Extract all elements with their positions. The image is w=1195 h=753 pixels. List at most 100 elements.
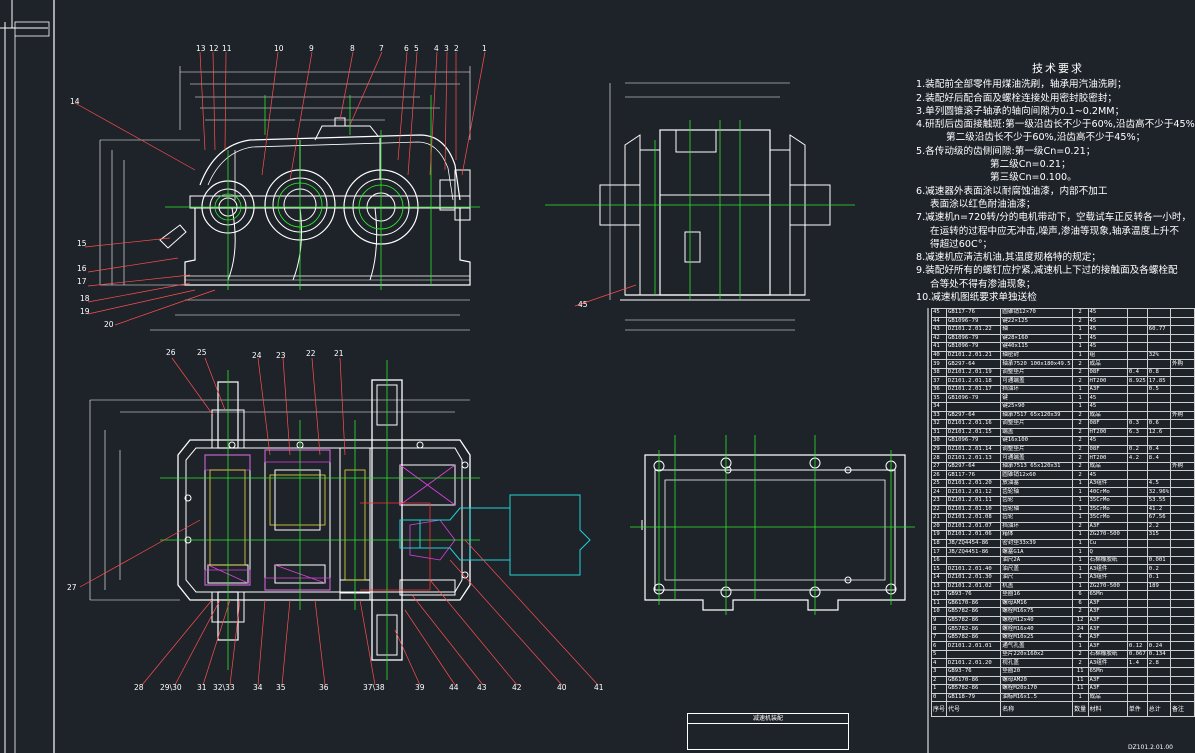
bom-cell: 9 xyxy=(930,615,948,626)
bom-cell: JB/ZQ4454-86 xyxy=(946,538,1002,549)
bom-cell: 43 xyxy=(930,325,948,335)
bom-cell: 0.12 xyxy=(1126,641,1148,651)
bom-cell: 螺栓M20x170 xyxy=(1000,684,1073,694)
bom-cell: 键28×160 xyxy=(1000,333,1073,344)
bom-cell: 2 xyxy=(1071,410,1089,421)
bom-cell: 油尺盖 xyxy=(1000,564,1073,574)
bom-cell: 键25×90 xyxy=(1000,402,1073,412)
bom-cell xyxy=(1146,692,1171,703)
bom-cell xyxy=(1126,572,1148,583)
bom-cell: 1 xyxy=(1071,555,1089,566)
callout-4: 4 xyxy=(434,44,439,53)
callout-23: 23 xyxy=(276,351,286,360)
bom-cell: GB297-64 xyxy=(946,359,1002,369)
bom-cell: 1 xyxy=(1071,538,1089,549)
bom-cell: DZ101.2.01.02 xyxy=(946,581,1002,592)
bom-cell: HT200 xyxy=(1087,453,1128,463)
bom-cell: 6.3 xyxy=(1126,427,1148,438)
bom-cell: 08F xyxy=(1087,419,1128,429)
bom-cell xyxy=(1126,624,1148,634)
bom-row: 9 GB5782-86 螺栓M12x40 12 A3F xyxy=(930,615,1195,626)
bom-cell: 14 xyxy=(930,572,948,583)
bom-cell: HT200 xyxy=(1087,376,1128,386)
bill-of-materials-table: 45 GB117-76 圆锥销12×70 2 45 44 GB1096-79 键22×125 2… xyxy=(930,308,1195,718)
plan-view-shaft-yellow xyxy=(209,469,366,581)
bom-cell: 0.6 xyxy=(1146,419,1171,429)
bom-cell: A3组件 xyxy=(1087,572,1128,583)
bom-cell xyxy=(1169,692,1195,703)
bom-cell: 2 xyxy=(1071,444,1089,455)
bom-cell xyxy=(1146,538,1171,549)
cad-drawing-canvas[interactable]: 13 12 11 10 9 8 7 6 5 4 3 2 1 14 15 16 1… xyxy=(0,0,1195,753)
bom-cell: 32.96% xyxy=(1146,487,1171,498)
bom-cell: GB118-79 xyxy=(946,692,1002,703)
bom-cell: 1 xyxy=(1071,393,1089,403)
bom-row: 17 JB/ZQ4451-86 螺塞G1A 1 Q xyxy=(930,547,1195,557)
bom-row: 16 油尺2A 1 石棉橡胶纸 0.001 xyxy=(930,555,1195,566)
bom-cell: A3F xyxy=(1087,684,1128,694)
bom-cell: A3F xyxy=(1087,521,1128,532)
bom-cell xyxy=(1126,308,1148,318)
bom-cell: 30 xyxy=(930,436,948,446)
bom-cell: DZ101.2.01.08 xyxy=(946,513,1002,523)
bom-row: 11 GB6170-86 螺母AM16 6 A3F xyxy=(930,598,1195,609)
requirement-line: 合等处不得有渗油现象； xyxy=(930,278,1036,290)
bom-cell: 45 xyxy=(1087,436,1128,446)
bom-cell: A3F xyxy=(1087,384,1128,395)
callout-9: 9 xyxy=(309,44,314,53)
bom-cell: 挡油环 xyxy=(1000,384,1073,395)
bom-row: 29 DZ101.2.01.14 调整垫片 2 08F 0.2 0.4 xyxy=(930,444,1195,455)
bom-cell: 油尺2A xyxy=(1000,555,1073,566)
bom-cell: DZ101.2.01.21 xyxy=(946,350,1002,361)
bom-cell xyxy=(1126,675,1148,686)
bom-cell: 油尺 xyxy=(1000,572,1073,583)
bom-cell: 0.067 xyxy=(1126,649,1148,660)
bom-cell xyxy=(1146,598,1171,609)
bom-cell: 36 xyxy=(930,384,948,395)
bom-cell xyxy=(1126,581,1148,592)
bom-cell: 12 xyxy=(930,590,948,600)
bom-cell xyxy=(1169,607,1195,617)
bom-cell xyxy=(1169,316,1195,327)
callout-34: 34 xyxy=(253,683,263,692)
callout-43: 43 xyxy=(477,683,487,692)
bom-row: 39 GB297-64 轴承7520 100x180x49.5 2 成品 外购 xyxy=(930,359,1195,369)
bom-cell xyxy=(946,649,1002,660)
bom-row: 45 GB117-76 圆锥销12×70 2 45 xyxy=(930,308,1195,318)
bom-cell xyxy=(1146,402,1171,412)
bom-cell xyxy=(1169,590,1195,600)
bom-row: 6 DZ101.2.01.01 通气孔盖 1 A3F 0.12 0.24 xyxy=(930,641,1195,651)
bom-cell xyxy=(1169,367,1195,378)
bom-cell: 41.2 xyxy=(1146,504,1171,515)
requirement-line: 1.装配前全部零件用煤油洗刷，轴承用汽油洗刷； xyxy=(916,79,1127,91)
bom-cell: 41 xyxy=(930,342,948,352)
bom-cell: 6 xyxy=(1071,590,1089,600)
bom-row: 33 GB297-64 轴承7517 65x120x39 2 成品 外购 xyxy=(930,410,1195,421)
bom-cell: GB297-64 xyxy=(946,410,1002,421)
bom-cell: 2 xyxy=(1071,607,1089,617)
bom-cell: 螺塞G1A xyxy=(1000,547,1073,557)
bom-cell: 53.55 xyxy=(1146,496,1171,506)
bom-header-row: 序号 代号 名称 数量 材料 单件 总计 备注 xyxy=(930,701,1195,718)
bom-cell: 外购 xyxy=(1169,461,1195,472)
bom-cell: 17.85 xyxy=(1146,376,1171,386)
bom-cell: 螺栓M16x75 xyxy=(1000,607,1073,617)
requirement-line: 第二级沿齿长不少于60%,沿齿高不少于45%； xyxy=(946,132,1146,144)
bom-cell: 垫圈20 xyxy=(1000,666,1073,677)
bom-cell: 轴 xyxy=(1000,325,1073,335)
bom-cell: 35CrMo xyxy=(1087,496,1128,506)
bom-row: 8 GB5782-86 螺栓M16x40 24 A3F xyxy=(930,624,1195,634)
bom-cell: 通气孔盖 xyxy=(1000,641,1073,651)
bom-cell xyxy=(1126,632,1148,643)
bom-cell: 35CrMo xyxy=(1087,513,1128,523)
bom-cell xyxy=(1126,598,1148,609)
bom-cell xyxy=(1169,538,1195,549)
bom-cell: DZ101.2.01.22 xyxy=(946,325,1002,335)
bom-cell: DZ101.2.01.16 xyxy=(946,419,1002,429)
bom-cell: 2 xyxy=(930,675,948,686)
bom-cell: 8 xyxy=(930,624,948,634)
bom-cell xyxy=(1169,487,1195,498)
bom-cell: 1 xyxy=(1071,641,1089,651)
bom-row: 24 DZ101.2.01.12 齿轮轴 1 40CrMo 32.96% xyxy=(930,487,1195,498)
bom-cell xyxy=(1146,308,1171,318)
